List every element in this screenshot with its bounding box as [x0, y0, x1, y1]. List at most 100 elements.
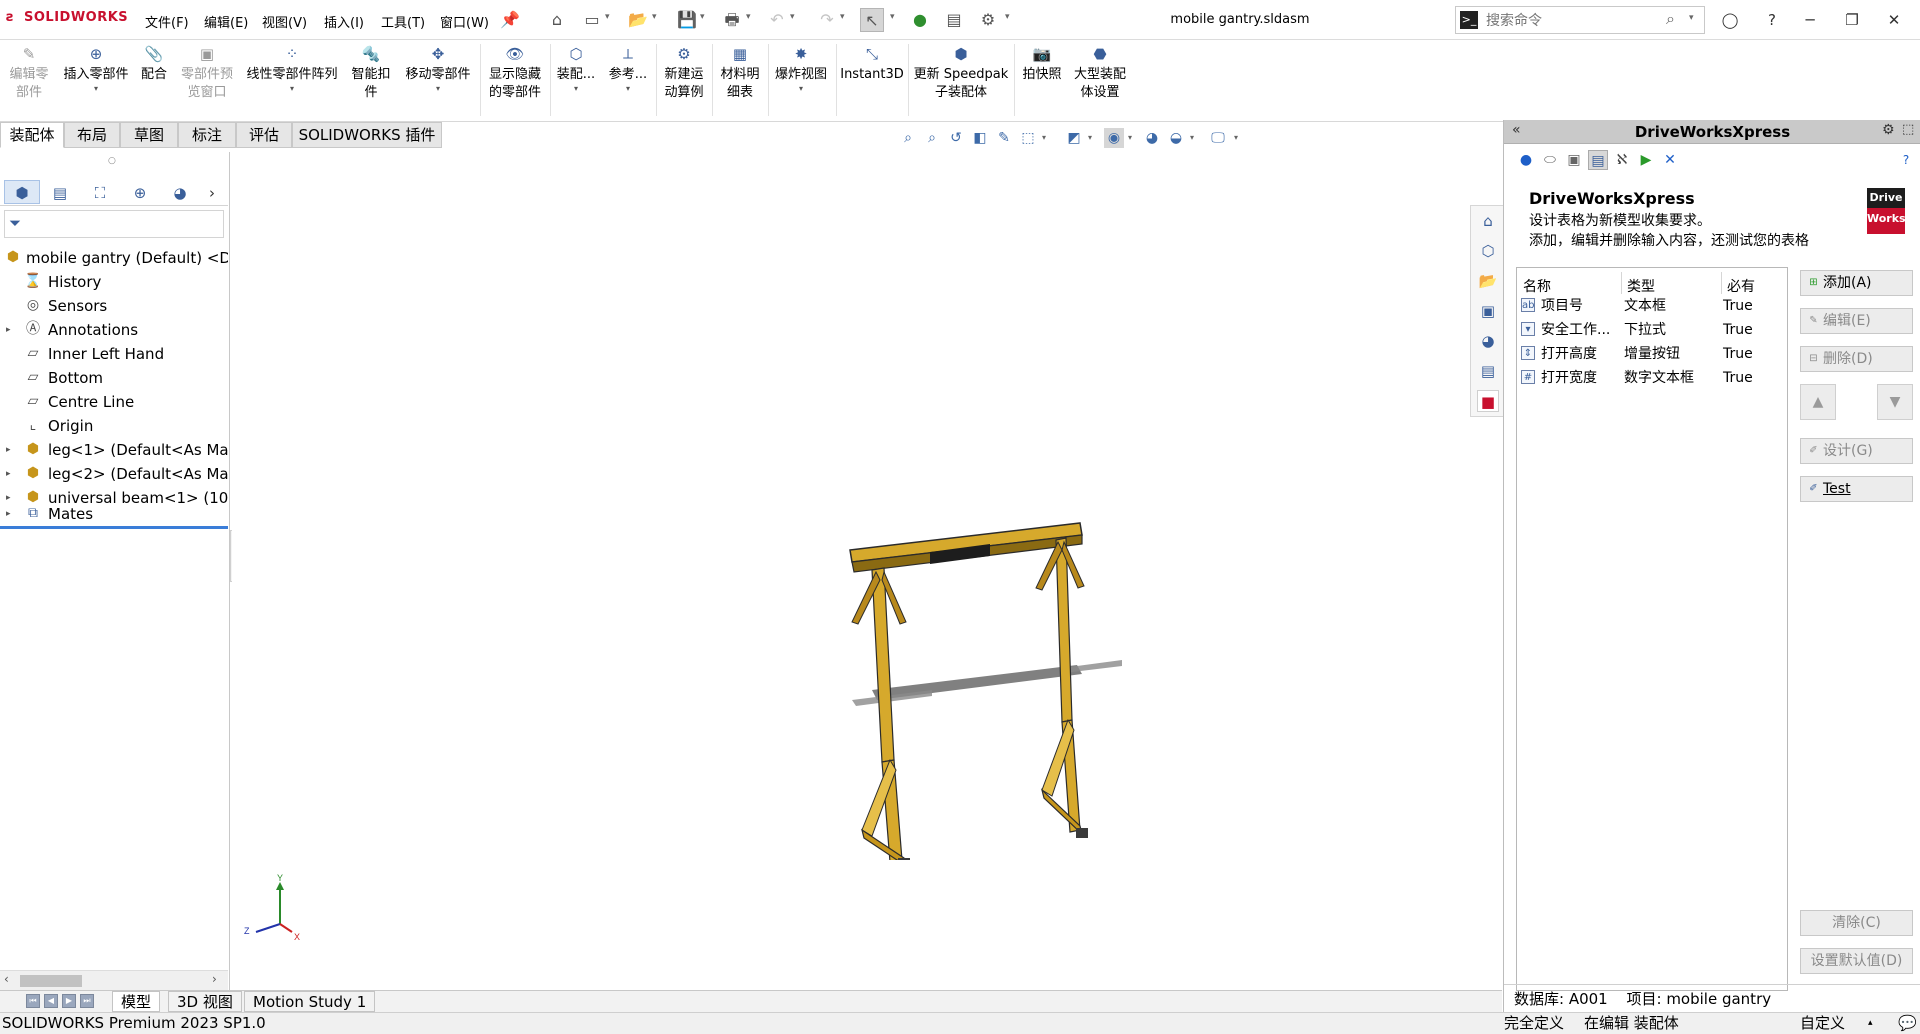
- table-row[interactable]: ⇕ 打开高度 增量按钮 True: [1521, 342, 1783, 366]
- chevron-down-icon[interactable]: ▾: [790, 12, 795, 22]
- chevron-down-icon[interactable]: ▾: [890, 12, 895, 22]
- panel-handle-icon[interactable]: ○: [108, 156, 116, 166]
- chevron-down-icon[interactable]: ▾: [1040, 128, 1048, 148]
- form-controls-table[interactable]: 名称 类型 必有 ab 项目号 文本框 True ▾ 安全工作... 下拉式 T…: [1516, 267, 1788, 991]
- featuremanager-tab-icon[interactable]: ⬢: [4, 180, 40, 204]
- select-arrow-icon[interactable]: ↖: [860, 8, 884, 32]
- view-palette-icon[interactable]: ▣: [1477, 300, 1499, 322]
- clear-button[interactable]: 清除(C): [1800, 910, 1913, 936]
- display-manager-tab-icon[interactable]: ◕: [162, 180, 198, 204]
- chevron-down-icon[interactable]: ▾: [242, 84, 342, 94]
- tree-item-leg-2[interactable]: ▸ ⬢ leg<2> (Default<As Machined>): [0, 462, 228, 486]
- chevron-down-icon[interactable]: ▾: [1232, 128, 1240, 148]
- new-document-icon[interactable]: ▭: [580, 8, 604, 32]
- chevron-down-icon[interactable]: ▾: [606, 84, 650, 94]
- gear-icon[interactable]: ⚙: [976, 8, 1000, 32]
- chevron-down-icon[interactable]: ▾: [1086, 128, 1094, 148]
- dimxpert-tab-icon[interactable]: ⊕: [122, 180, 158, 204]
- tree-item-bottom[interactable]: ▱ Bottom: [0, 366, 228, 390]
- move-down-button[interactable]: ▼: [1877, 384, 1913, 420]
- table-row[interactable]: ▾ 安全工作... 下拉式 True: [1521, 318, 1783, 342]
- design-library-icon[interactable]: ⬡: [1477, 240, 1499, 262]
- driveworks-models-icon[interactable]: ▣: [1564, 150, 1584, 170]
- reference-geometry-button[interactable]: ⟂ 参考... ▾: [606, 44, 650, 94]
- last-tab-icon[interactable]: ⏭: [80, 994, 94, 1008]
- chevron-down-icon[interactable]: ▾: [1188, 128, 1196, 148]
- instant3d-button[interactable]: ⤡ Instant3D: [840, 44, 904, 84]
- tree-item-leg-1[interactable]: ▸ ⬢ leg<1> (Default<As Machined>): [0, 438, 228, 462]
- menu-tools[interactable]: 工具(T): [381, 12, 425, 31]
- tree-filter[interactable]: ⏷: [4, 210, 224, 238]
- expand-arrow-icon[interactable]: ▸: [6, 318, 11, 342]
- tab-layout[interactable]: 布局: [64, 122, 120, 148]
- appearances-icon[interactable]: ◕: [1477, 330, 1499, 352]
- chevron-down-icon[interactable]: ▾: [605, 12, 610, 22]
- tab-3d-views[interactable]: 3D 视图: [168, 991, 242, 1012]
- column-header-type[interactable]: 类型: [1627, 276, 1655, 296]
- chevron-up-icon[interactable]: ▴: [1868, 1013, 1873, 1034]
- home-icon[interactable]: ⌂: [1477, 210, 1499, 232]
- first-tab-icon[interactable]: ⏮: [26, 994, 40, 1008]
- tree-rollback-bar[interactable]: [0, 526, 228, 529]
- close-icon[interactable]: ✕: [1882, 8, 1906, 32]
- chevron-down-icon[interactable]: ▾: [1126, 128, 1134, 148]
- dynamic-annotation-icon[interactable]: ✎: [994, 128, 1014, 148]
- edit-appearance-icon[interactable]: ◕: [1142, 128, 1162, 148]
- tree-item-mates[interactable]: ▸ ⧉ Mates: [0, 502, 228, 526]
- table-row[interactable]: ab 项目号 文本框 True: [1521, 294, 1783, 318]
- configurationmanager-tab-icon[interactable]: ⛶: [82, 180, 118, 204]
- chevron-down-icon[interactable]: ▾: [1689, 13, 1694, 23]
- menu-view[interactable]: 视图(V): [262, 12, 307, 31]
- column-header-name[interactable]: 名称: [1523, 276, 1551, 296]
- print-icon[interactable]: 🖶: [720, 8, 744, 32]
- tree-horizontal-scrollbar[interactable]: ‹ ›: [0, 970, 228, 990]
- help-icon[interactable]: ?: [1760, 8, 1784, 32]
- tab-evaluate[interactable]: 评估: [236, 122, 292, 148]
- smart-fastener-button[interactable]: 🔩 智能扣 件: [348, 44, 394, 102]
- chevron-down-icon[interactable]: ▾: [652, 12, 657, 22]
- redo-icon[interactable]: ↷: [815, 8, 839, 32]
- rebuild-traffic-light-icon[interactable]: ●: [908, 8, 932, 32]
- driveworks-form-icon[interactable]: ▤: [1588, 150, 1608, 170]
- tab-motion-study-1[interactable]: Motion Study 1: [244, 991, 376, 1012]
- expand-arrow-icon[interactable]: ▸: [6, 502, 11, 526]
- chevron-down-icon[interactable]: ▾: [840, 12, 845, 22]
- command-search[interactable]: >_ ⌕ ▾: [1455, 6, 1705, 34]
- help-icon[interactable]: ?: [1896, 150, 1916, 170]
- tree-item-sensors[interactable]: ◎ Sensors: [0, 294, 228, 318]
- graphics-area[interactable]: Y Z X: [232, 148, 1502, 990]
- add-button[interactable]: ⊞ 添加(A): [1800, 270, 1913, 296]
- exploded-view-button[interactable]: ✸ 爆炸视图 ▾: [772, 44, 830, 94]
- display-style-icon[interactable]: ◩: [1064, 128, 1084, 148]
- set-default-button[interactable]: 设置默认值(D): [1800, 948, 1913, 974]
- gantry-model[interactable]: [832, 360, 1322, 860]
- tab-solidworks-addins[interactable]: SOLIDWORKS 插件: [292, 122, 442, 148]
- menu-window[interactable]: 窗口(W): [440, 12, 489, 31]
- scroll-right-icon[interactable]: ›: [212, 972, 217, 986]
- bom-button[interactable]: ▦ 材料明 细表: [716, 44, 764, 102]
- next-tab-icon[interactable]: ▶: [62, 994, 76, 1008]
- expand-arrow-icon[interactable]: ▸: [6, 438, 11, 462]
- zoom-to-fit-icon[interactable]: ⌕: [898, 128, 918, 148]
- component-preview-button[interactable]: ▣ 零部件预 览窗口: [176, 44, 238, 102]
- driveworks-step-icon[interactable]: ⬭: [1540, 150, 1560, 170]
- design-button[interactable]: ✐ 设计(G): [1800, 438, 1913, 464]
- previous-tab-icon[interactable]: ◀: [44, 994, 58, 1008]
- propertymanager-tab-icon[interactable]: ▤: [42, 180, 78, 204]
- tab-markup[interactable]: 标注: [178, 122, 236, 148]
- home-icon[interactable]: ⌂: [545, 8, 569, 32]
- tab-model[interactable]: 模型: [112, 991, 161, 1012]
- notifications-icon[interactable]: 💬: [1898, 1013, 1917, 1034]
- open-folder-icon[interactable]: 📂: [626, 8, 650, 32]
- driveworks-tab-icon[interactable]: ■: [1477, 390, 1499, 412]
- apply-scene-icon[interactable]: ◒: [1166, 128, 1186, 148]
- undo-icon[interactable]: ↶: [765, 8, 789, 32]
- zoom-to-area-icon[interactable]: ⌕: [922, 128, 942, 148]
- tree-root[interactable]: ⬢ mobile gantry (Default) <Default_Displ…: [0, 246, 228, 270]
- view-settings-icon[interactable]: 🖵: [1208, 128, 1228, 148]
- tree-item-origin[interactable]: ⌞ Origin: [0, 414, 228, 438]
- mate-button[interactable]: 📎 配合: [136, 44, 172, 84]
- search-input[interactable]: [1486, 10, 1656, 30]
- scrollbar-thumb[interactable]: [20, 975, 82, 987]
- file-explorer-icon[interactable]: 📂: [1477, 270, 1499, 292]
